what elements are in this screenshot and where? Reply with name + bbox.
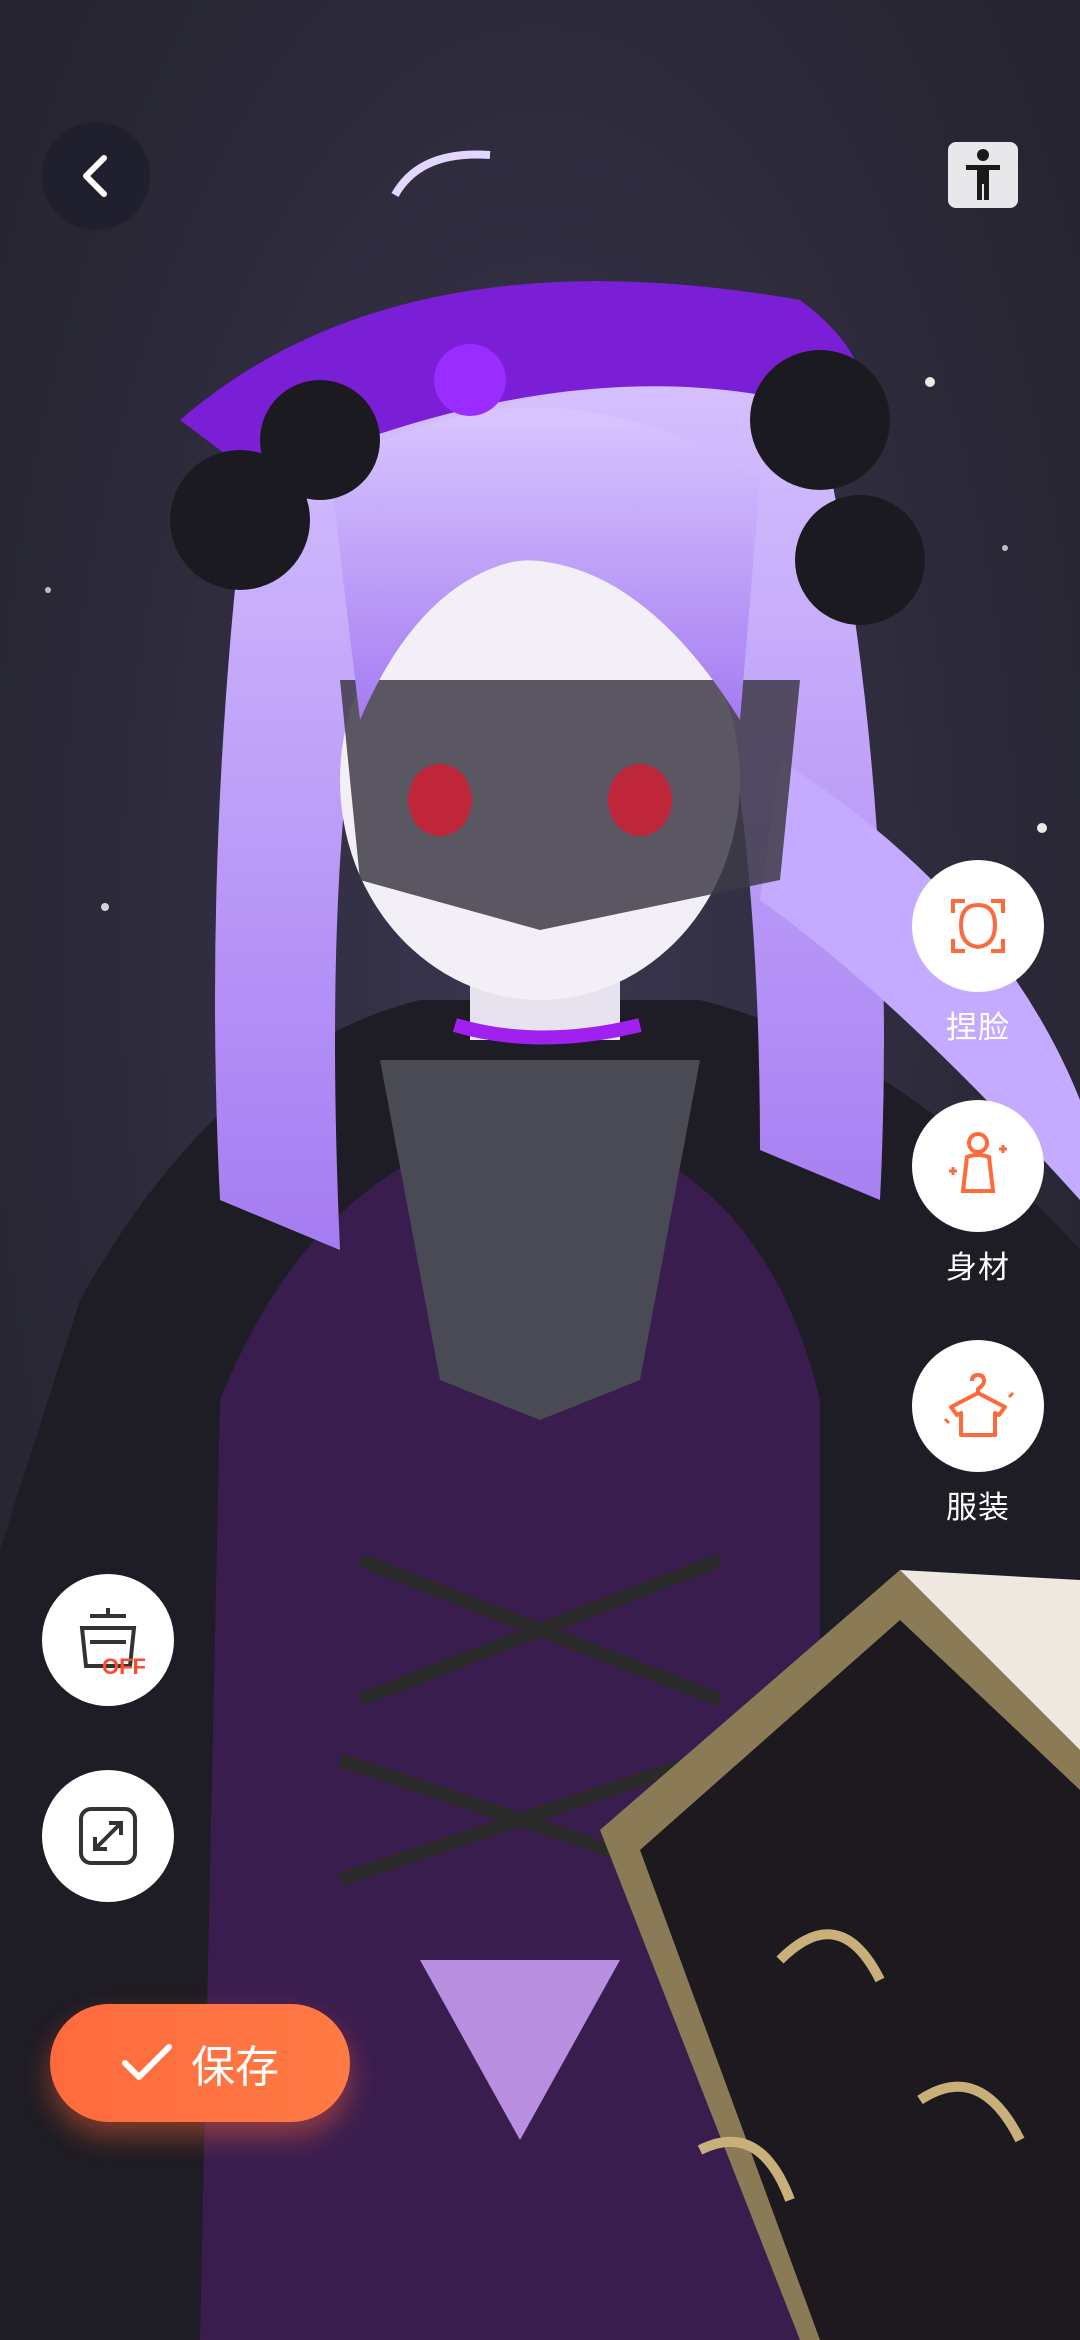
back-button[interactable] (42, 122, 150, 230)
tool-label-outfit: 服装 (946, 1490, 1010, 1525)
tool-label-body: 身材 (946, 1250, 1010, 1285)
checkmark-icon (122, 2044, 172, 2080)
toggle-off-badge: OFF (102, 1654, 146, 1679)
expand-icon (79, 1807, 137, 1865)
face-sculpt-icon (951, 899, 1005, 953)
person-pose-icon (966, 149, 1000, 200)
scene-toggle-button[interactable]: OFF (42, 1574, 174, 1706)
save-button[interactable]: 保存 (50, 2004, 350, 2122)
save-label: 保存 (191, 2043, 279, 2092)
face-sculpt-button[interactable] (912, 860, 1044, 992)
tool-label-face: 捏脸 (946, 1010, 1010, 1045)
chevron-left-icon (83, 155, 107, 197)
body-shape-icon (949, 1132, 1007, 1193)
outfit-hanger-icon (943, 1372, 1015, 1437)
outfit-button[interactable] (912, 1340, 1044, 1472)
fullscreen-button[interactable] (42, 1770, 174, 1902)
body-shape-button[interactable] (912, 1100, 1044, 1232)
pose-button[interactable] (948, 142, 1018, 208)
display-stand-icon: OFF (79, 1608, 146, 1679)
